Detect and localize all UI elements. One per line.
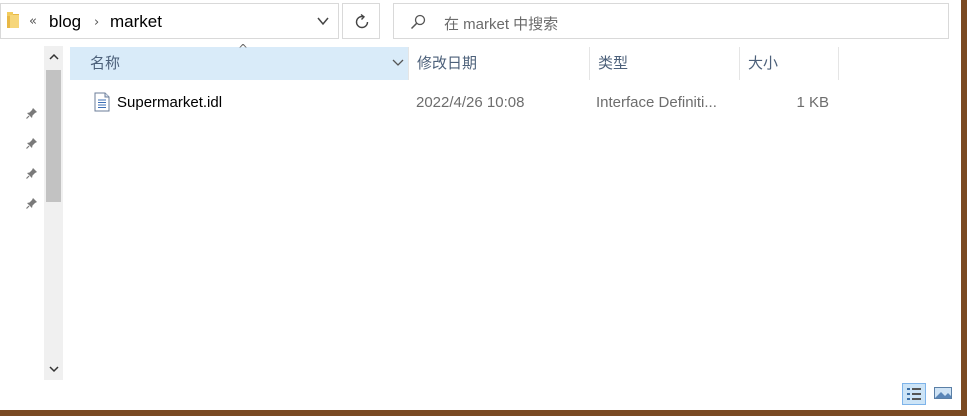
pin-icon[interactable] <box>26 107 38 119</box>
search-placeholder: 在 market 中搜索 <box>444 16 559 33</box>
pin-icon[interactable] <box>26 137 38 149</box>
file-size: 1 KB <box>796 94 829 111</box>
column-size-label: 大小 <box>748 55 779 72</box>
column-header: ^ 名称 修改日期 类型 大小 <box>70 43 850 80</box>
folder-icon <box>7 12 19 28</box>
breadcrumb-separator[interactable]: › <box>94 15 99 30</box>
sort-ascending-indicator: ^ <box>238 42 249 56</box>
overflow-chevron[interactable]: « <box>29 14 37 29</box>
pin-icon[interactable] <box>26 197 38 209</box>
column-name-header[interactable]: ^ 名称 <box>70 43 408 80</box>
document-icon <box>94 92 110 112</box>
pin-icon[interactable] <box>26 167 38 179</box>
scroll-up-button[interactable] <box>44 46 63 68</box>
column-date-header[interactable]: 修改日期 <box>408 47 589 80</box>
chevron-up-icon <box>48 53 59 60</box>
nav-scrollbar[interactable] <box>44 46 63 380</box>
scroll-down-button[interactable] <box>44 358 63 380</box>
chevron-down-icon[interactable] <box>316 14 330 28</box>
column-name-label: 名称 <box>90 55 121 72</box>
column-date-label: 修改日期 <box>417 55 478 72</box>
file-row[interactable]: Supermarket.idl 2022/4/26 10:08 Interfac… <box>70 88 850 116</box>
refresh-button[interactable] <box>342 3 380 39</box>
breadcrumb-blog[interactable]: blog <box>49 12 81 32</box>
column-type-label: 类型 <box>598 55 629 72</box>
chevron-down-icon <box>48 366 59 373</box>
details-view-button[interactable] <box>902 383 926 405</box>
search-box[interactable]: 在 market 中搜索 <box>393 3 949 39</box>
column-type-header[interactable]: 类型 <box>589 47 739 80</box>
chevron-down-icon[interactable] <box>392 57 404 67</box>
file-name[interactable]: Supermarket.idl <box>117 94 222 111</box>
file-explorer-window: « blog › market 在 market 中搜索 ^ 名称 修改日期 类… <box>0 0 961 410</box>
details-view-icon <box>907 388 921 400</box>
large-icons-view-button[interactable] <box>932 383 956 405</box>
breadcrumb-market[interactable]: market <box>110 12 162 32</box>
file-type: Interface Definiti... <box>596 94 717 111</box>
scrollbar-thumb[interactable] <box>46 70 61 202</box>
address-bar[interactable]: « blog › market <box>0 3 339 39</box>
column-size-header[interactable]: 大小 <box>739 47 839 80</box>
large-icons-view-icon <box>934 387 952 399</box>
search-icon <box>410 14 426 30</box>
file-modified: 2022/4/26 10:08 <box>416 94 525 111</box>
refresh-icon <box>355 13 369 29</box>
